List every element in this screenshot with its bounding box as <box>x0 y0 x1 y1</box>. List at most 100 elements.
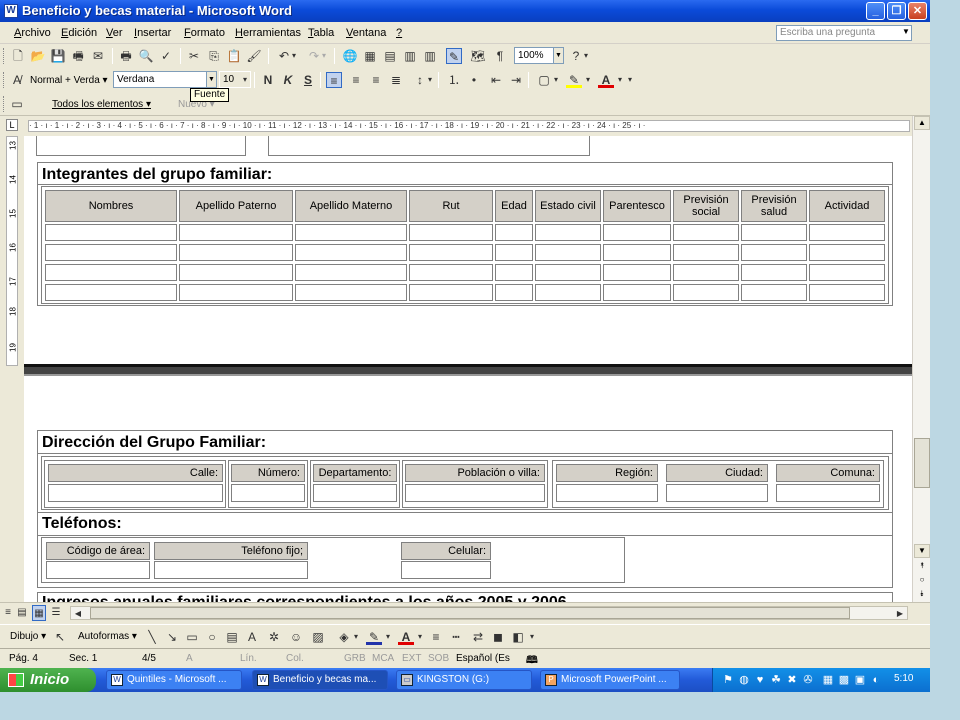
outline-view-icon[interactable]: ☰ <box>50 605 62 621</box>
mobile-input[interactable] <box>401 561 491 579</box>
font-select[interactable]: Verdana ▼ <box>113 71 217 88</box>
dash-style-icon[interactable]: ┅ <box>448 629 464 645</box>
toolbar-grip[interactable] <box>3 96 6 112</box>
spelling-icon[interactable]: ✓ <box>158 48 174 64</box>
shadow-icon[interactable]: ◼ <box>490 629 506 645</box>
styles-formatting-icon[interactable]: A̸ <box>9 72 25 88</box>
family-cell-input[interactable] <box>535 284 601 301</box>
insert-excel-icon[interactable]: ▥ <box>402 48 418 64</box>
border-dropdown-icon[interactable]: ▾ <box>552 72 560 88</box>
taskbar-button-beneficio[interactable]: W Beneficio y becas ma... <box>252 670 388 690</box>
family-cell-input[interactable] <box>603 284 671 301</box>
clipart-icon[interactable]: ☺ <box>288 629 304 645</box>
save-icon[interactable]: 💾 <box>50 48 66 64</box>
family-cell-input[interactable] <box>603 224 671 241</box>
columns-icon[interactable]: ▥ <box>422 48 438 64</box>
tables-borders-icon[interactable]: ▦ <box>362 48 378 64</box>
wordart-icon[interactable]: A <box>244 629 260 645</box>
family-cell-input[interactable] <box>295 284 407 301</box>
family-cell-input[interactable] <box>809 224 885 241</box>
tab-selector-icon[interactable]: L <box>6 119 18 131</box>
hscroll-thumb[interactable] <box>90 607 850 619</box>
family-cell-input[interactable] <box>409 264 493 281</box>
scroll-down-icon[interactable]: ▼ <box>914 544 930 558</box>
highlight-dropdown-icon[interactable]: ▾ <box>584 72 592 88</box>
align-right-icon[interactable]: ≡ <box>368 72 384 88</box>
scroll-up-icon[interactable]: ▲ <box>914 116 930 130</box>
family-cell-input[interactable] <box>495 244 533 261</box>
calle-input[interactable] <box>48 484 223 502</box>
tray-icon[interactable]: ⚑ <box>721 673 735 687</box>
cut-icon[interactable]: ✂ <box>186 48 202 64</box>
status-rec[interactable]: GRB <box>344 653 366 664</box>
tray-icon[interactable]: ☘ <box>769 673 783 687</box>
border-icon[interactable]: ▢ <box>536 72 552 88</box>
area-code-input[interactable] <box>46 561 150 579</box>
poblacion-input[interactable] <box>405 484 545 502</box>
redo-dropdown-icon[interactable]: ▾ <box>320 48 328 64</box>
print-preview-icon[interactable]: 🔍 <box>138 48 154 64</box>
family-cell-input[interactable] <box>45 264 177 281</box>
bold-button[interactable]: N <box>260 72 276 88</box>
family-cell-input[interactable] <box>809 284 885 301</box>
family-cell-input[interactable] <box>495 224 533 241</box>
comuna-input[interactable] <box>776 484 880 502</box>
status-trk[interactable]: MCA <box>372 653 394 664</box>
oval-icon[interactable]: ○ <box>204 629 220 645</box>
family-cell-input[interactable] <box>673 264 739 281</box>
email-icon[interactable]: ✉ <box>90 48 106 64</box>
draw-menu[interactable]: Dibujo ▾ <box>10 631 46 642</box>
italic-button[interactable]: K <box>280 72 296 88</box>
family-cell-input[interactable] <box>809 264 885 281</box>
horizontal-ruler[interactable]: L · 1 · ı · 1 · ı · 2 · ı · 3 · ı · 4 · … <box>0 116 930 136</box>
arrow-icon[interactable]: ↘ <box>164 629 180 645</box>
family-cell-input[interactable] <box>603 264 671 281</box>
family-cell-input[interactable] <box>673 244 739 261</box>
draw-font-color-icon[interactable]: A <box>398 629 414 645</box>
menu-herramientas[interactable]: Herramientas <box>235 27 301 39</box>
family-cell-input[interactable] <box>673 224 739 241</box>
tray-icon[interactable]: ▣ <box>853 673 867 687</box>
previous-page-icon[interactable]: ⯭ <box>914 560 930 574</box>
help-dropdown-icon[interactable]: ▾ <box>582 48 590 64</box>
family-cell-input[interactable] <box>741 264 807 281</box>
family-cell-input[interactable] <box>741 244 807 261</box>
arrow-style-icon[interactable]: ⇄ <box>470 629 486 645</box>
display-review-icon[interactable]: ▭ <box>9 96 25 112</box>
family-cell-input[interactable] <box>409 224 493 241</box>
increase-indent-icon[interactable]: ⇥ <box>508 72 524 88</box>
document-area[interactable]: Integrantes del grupo familiar: Nombres … <box>24 136 912 602</box>
show-markup-select[interactable]: Todos los elementos ▾ <box>52 99 151 110</box>
menu-help[interactable]: ? <box>396 27 402 39</box>
vertical-scrollbar[interactable]: ▲ ▼ ⯭ ○ ⯯ <box>912 116 930 602</box>
format-painter-icon[interactable]: 🖌 <box>246 48 262 64</box>
family-cell-input[interactable] <box>179 284 293 301</box>
family-cell-input[interactable] <box>295 224 407 241</box>
next-page-icon[interactable]: ⯯ <box>914 588 930 602</box>
ciudad-input[interactable] <box>666 484 768 502</box>
start-button[interactable]: Inicio <box>0 668 96 692</box>
justify-icon[interactable]: ≣ <box>388 72 404 88</box>
family-cell-input[interactable] <box>179 224 293 241</box>
menu-ver[interactable]: Ver <box>106 27 123 39</box>
vertical-ruler[interactable]: 13 14 15 16 17 18 19 <box>0 136 24 602</box>
tray-icon[interactable]: ♥ <box>753 673 767 687</box>
tray-icon[interactable]: ✇ <box>801 673 815 687</box>
open-folder-icon[interactable]: 📂 <box>30 48 46 64</box>
numero-input[interactable] <box>231 484 305 502</box>
font-color-dropdown-icon[interactable]: ▾ <box>616 72 624 88</box>
menu-formato[interactable]: Formato <box>184 27 225 39</box>
family-cell-input[interactable] <box>409 244 493 261</box>
ask-question-box[interactable]: Escriba una pregunta <box>776 25 912 41</box>
bullets-icon[interactable]: • <box>466 72 482 88</box>
align-left-icon[interactable]: ≡ <box>326 72 342 88</box>
status-language[interactable]: Español (Es <box>456 653 510 664</box>
permission-icon[interactable]: 🖷 <box>70 48 86 64</box>
line-style-icon[interactable]: ≡ <box>428 629 444 645</box>
decrease-indent-icon[interactable]: ⇤ <box>488 72 504 88</box>
line-icon[interactable]: ╲ <box>144 629 160 645</box>
style-select[interactable]: Normal + Verda ▾ <box>30 75 108 86</box>
font-size-dropdown-icon[interactable]: ▾ <box>241 72 249 88</box>
line-color-dropdown-icon[interactable]: ▾ <box>384 629 392 645</box>
menu-insertar[interactable]: Insertar <box>134 27 171 39</box>
